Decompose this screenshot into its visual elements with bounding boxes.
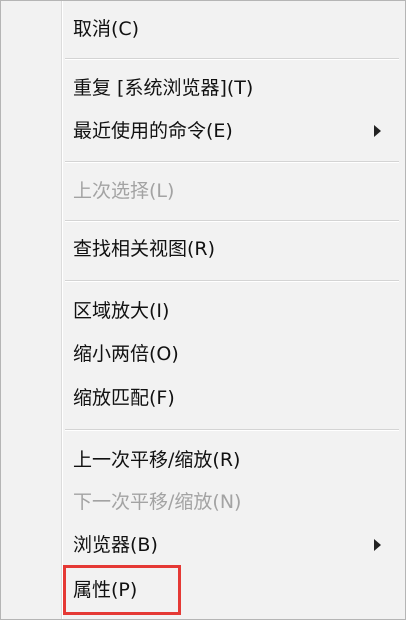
menu-item-label: 查找相关视图(R) <box>73 238 216 260</box>
menu-item-last-selection[interactable]: 上次选择(L) <box>1 171 405 211</box>
menu-item-label: 缩放匹配(F) <box>73 387 175 409</box>
menu-item-label: 最近使用的命令(E) <box>73 120 233 142</box>
menu-item-label: 区域放大(I) <box>73 300 170 322</box>
menu-item-label: 上一次平移/缩放(R) <box>73 449 241 471</box>
menu-separator <box>65 58 399 60</box>
menu-item-label: 取消(C) <box>73 18 140 40</box>
context-menu: 取消(C) 重复 [系统浏览器](T) 最近使用的命令(E) 上次选择(L) 查… <box>0 0 406 620</box>
menu-item-previous-pan-zoom[interactable]: 上一次平移/缩放(R) <box>1 440 405 480</box>
menu-item-cancel[interactable]: 取消(C) <box>1 9 405 49</box>
menu-item-find-related-views[interactable]: 查找相关视图(R) <box>1 229 405 269</box>
menu-item-repeat[interactable]: 重复 [系统浏览器](T) <box>1 68 405 108</box>
properties-highlight-box <box>63 565 181 615</box>
menu-item-label: 上次选择(L) <box>73 180 175 202</box>
menu-item-zoom-out-2x[interactable]: 缩小两倍(O) <box>1 334 405 374</box>
menu-item-label: 浏览器(B) <box>73 534 158 556</box>
menu-item-zoom-to-fit[interactable]: 缩放匹配(F) <box>1 378 405 418</box>
menu-item-recent-commands[interactable]: 最近使用的命令(E) <box>1 111 405 151</box>
menu-item-label: 缩小两倍(O) <box>73 343 179 365</box>
submenu-arrow-icon <box>374 125 381 137</box>
menu-item-browser[interactable]: 浏览器(B) <box>1 525 405 565</box>
menu-item-zoom-area[interactable]: 区域放大(I) <box>1 291 405 331</box>
menu-separator <box>65 280 399 282</box>
menu-item-label: 下一次平移/缩放(N) <box>73 491 242 513</box>
menu-item-properties[interactable]: 属性(P) <box>1 570 405 610</box>
menu-separator <box>65 429 399 431</box>
menu-item-label: 重复 [系统浏览器](T) <box>73 77 254 99</box>
menu-separator <box>65 161 399 163</box>
submenu-arrow-icon <box>374 539 381 551</box>
menu-item-next-pan-zoom[interactable]: 下一次平移/缩放(N) <box>1 482 405 522</box>
menu-separator <box>65 220 399 222</box>
